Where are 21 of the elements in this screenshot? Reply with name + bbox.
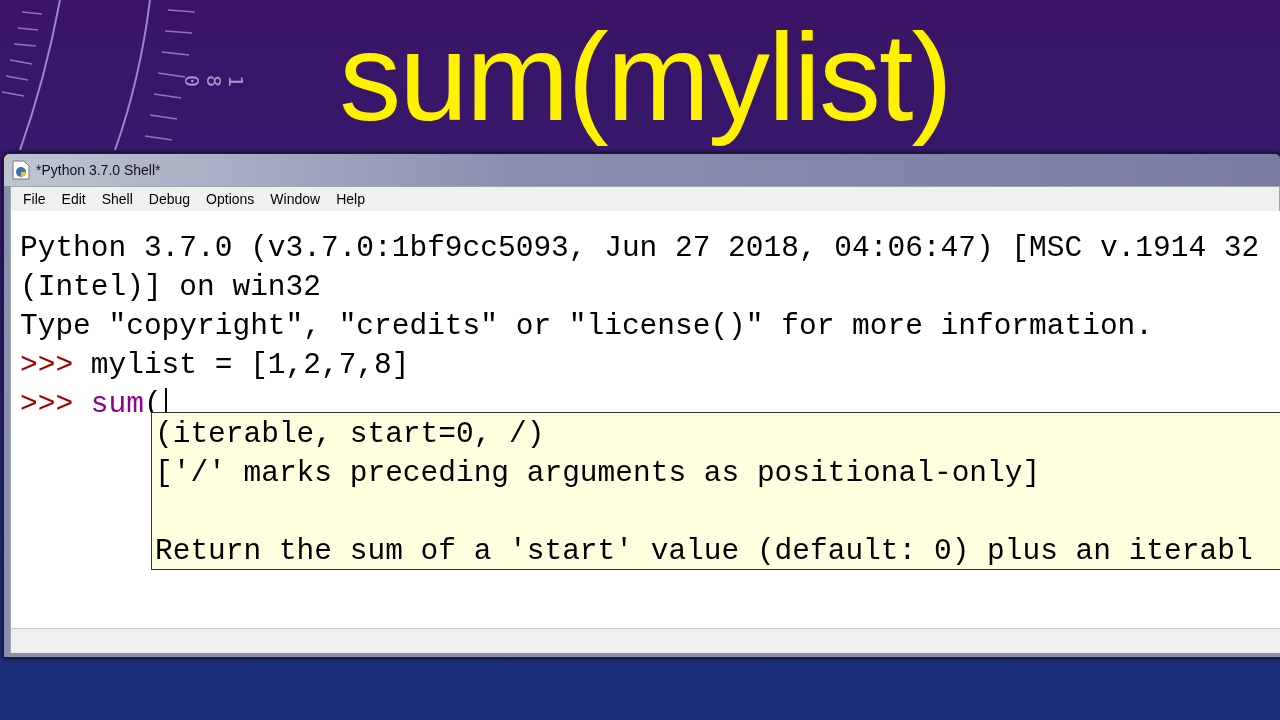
calltip-text: ['/' marks preceding arguments as positional-only]: [155, 455, 1042, 492]
window-title: *Python 3.7.0 Shell*: [36, 162, 161, 178]
output-text: Python 3.7.0 (v3.7.0:1bf9cc5093, Jun 27 2018, 04:06:47) [MSC v.1914 32: [20, 231, 1260, 265]
prompt-text: >>>: [20, 387, 74, 421]
shell-text-area[interactable]: [10, 211, 1280, 628]
menu-item[interactable]: Edit: [55, 191, 92, 207]
code-text: mylist = [1,2,7,8]: [90, 348, 410, 382]
menu-item[interactable]: Help: [330, 191, 371, 207]
calltip-text: (iterable, start=0, /): [155, 416, 546, 453]
output-text: Type "copyright", "credits" or "license()" for more information.: [20, 309, 1153, 343]
menu-item[interactable]: Options: [200, 191, 261, 207]
video-heading: sum(mylist): [338, 6, 951, 148]
menu-item[interactable]: Shell: [95, 191, 139, 207]
menu-item[interactable]: File: [17, 191, 52, 207]
dial-label: 180: [181, 75, 247, 90]
calltip-text: Return the sum of a 'start' value (default: 0) plus an iterabl: [155, 533, 1254, 570]
output-text: (Intel)] on win32: [20, 270, 321, 304]
menu-item[interactable]: Debug: [142, 191, 197, 207]
python-file-icon: [12, 160, 30, 180]
menu-item[interactable]: Window: [264, 191, 327, 207]
prompt-text: >>>: [20, 348, 74, 382]
